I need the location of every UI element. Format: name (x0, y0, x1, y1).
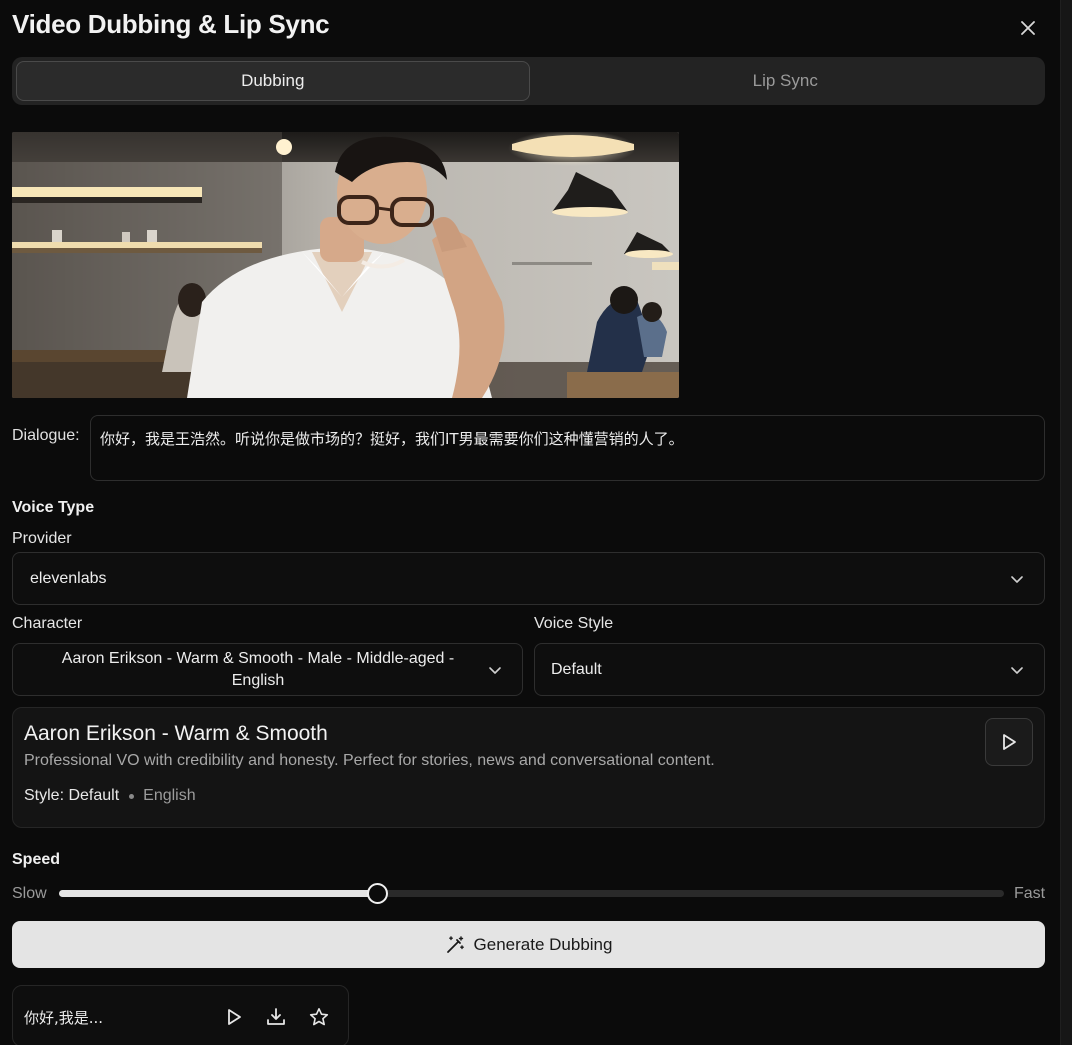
speed-slider[interactable] (59, 883, 1004, 904)
close-button[interactable] (1016, 16, 1040, 40)
chevron-down-icon (1011, 666, 1023, 674)
play-icon (228, 1009, 241, 1025)
speed-slider-thumb[interactable] (367, 883, 389, 904)
dialogue-textarea[interactable]: 你好，我是王浩然。听说你是做市场的？挺好，我们IT男最需要你们这种懂营销的人了。 (90, 415, 1045, 481)
speed-min-label: Slow (12, 885, 47, 902)
star-icon (309, 1008, 329, 1026)
voice-style-value: Default (551, 660, 602, 678)
speed-max-label: Fast (1014, 885, 1046, 902)
mode-tabs: Dubbing Lip Sync (12, 57, 1045, 105)
download-icon (267, 1008, 285, 1025)
voice-type-heading: Voice Type (12, 499, 95, 516)
chevron-down-icon (489, 666, 501, 674)
dubbing-panel: Video Dubbing & Lip Sync Dubbing Lip Syn… (0, 0, 1061, 1045)
result-favorite-button[interactable] (307, 1005, 331, 1029)
window-title: Video Dubbing & Lip Sync (12, 9, 330, 39)
voice-language: English (143, 787, 196, 804)
chevron-down-icon (1011, 575, 1023, 583)
provider-value: elevenlabs (30, 569, 107, 587)
speed-slider-fill (59, 890, 378, 897)
voice-style-text: Style: Default (24, 787, 120, 804)
result-text: 你好,我是... (24, 1009, 104, 1027)
provider-label: Provider (12, 530, 72, 547)
character-select[interactable]: Aaron Erikson - Warm & Smooth - Male - M… (12, 643, 523, 696)
voice-style-label: Voice Style (534, 615, 614, 632)
scrollbar-track[interactable] (1061, 0, 1072, 1045)
character-value: Aaron Erikson - Warm & Smooth - Male - M… (61, 649, 455, 689)
dialogue-label: Dialogue: (12, 427, 80, 444)
character-label: Character (12, 615, 83, 632)
dubbing-result-item: 你好,我是... (12, 985, 349, 1045)
voice-preview-card: Aaron Erikson - Warm & Smooth Profession… (12, 707, 1045, 828)
generate-dubbing-button[interactable]: Generate Dubbing (12, 921, 1045, 968)
video-frame-image (12, 132, 679, 398)
tab-dubbing[interactable]: Dubbing (16, 61, 530, 101)
play-icon (1003, 734, 1016, 750)
generate-dubbing-label: Generate Dubbing (473, 934, 613, 954)
result-download-button[interactable] (264, 1005, 288, 1029)
speed-heading: Speed (12, 851, 61, 868)
voice-description: Professional VO with credibility and hon… (24, 752, 715, 769)
video-preview[interactable] (12, 132, 679, 398)
close-icon (1021, 21, 1035, 35)
separator-dot (129, 793, 135, 799)
voice-style-select[interactable]: Default (534, 643, 1045, 696)
tab-lip-sync[interactable]: Lip Sync (530, 61, 1042, 101)
result-play-button[interactable] (222, 1005, 246, 1029)
voice-name: Aaron Erikson - Warm & Smooth (24, 722, 328, 745)
provider-select[interactable]: elevenlabs (12, 552, 1045, 605)
voice-meta: Style: Default English (24, 787, 196, 805)
magic-wand-icon (446, 935, 464, 953)
voice-preview-play-button[interactable] (985, 718, 1033, 766)
